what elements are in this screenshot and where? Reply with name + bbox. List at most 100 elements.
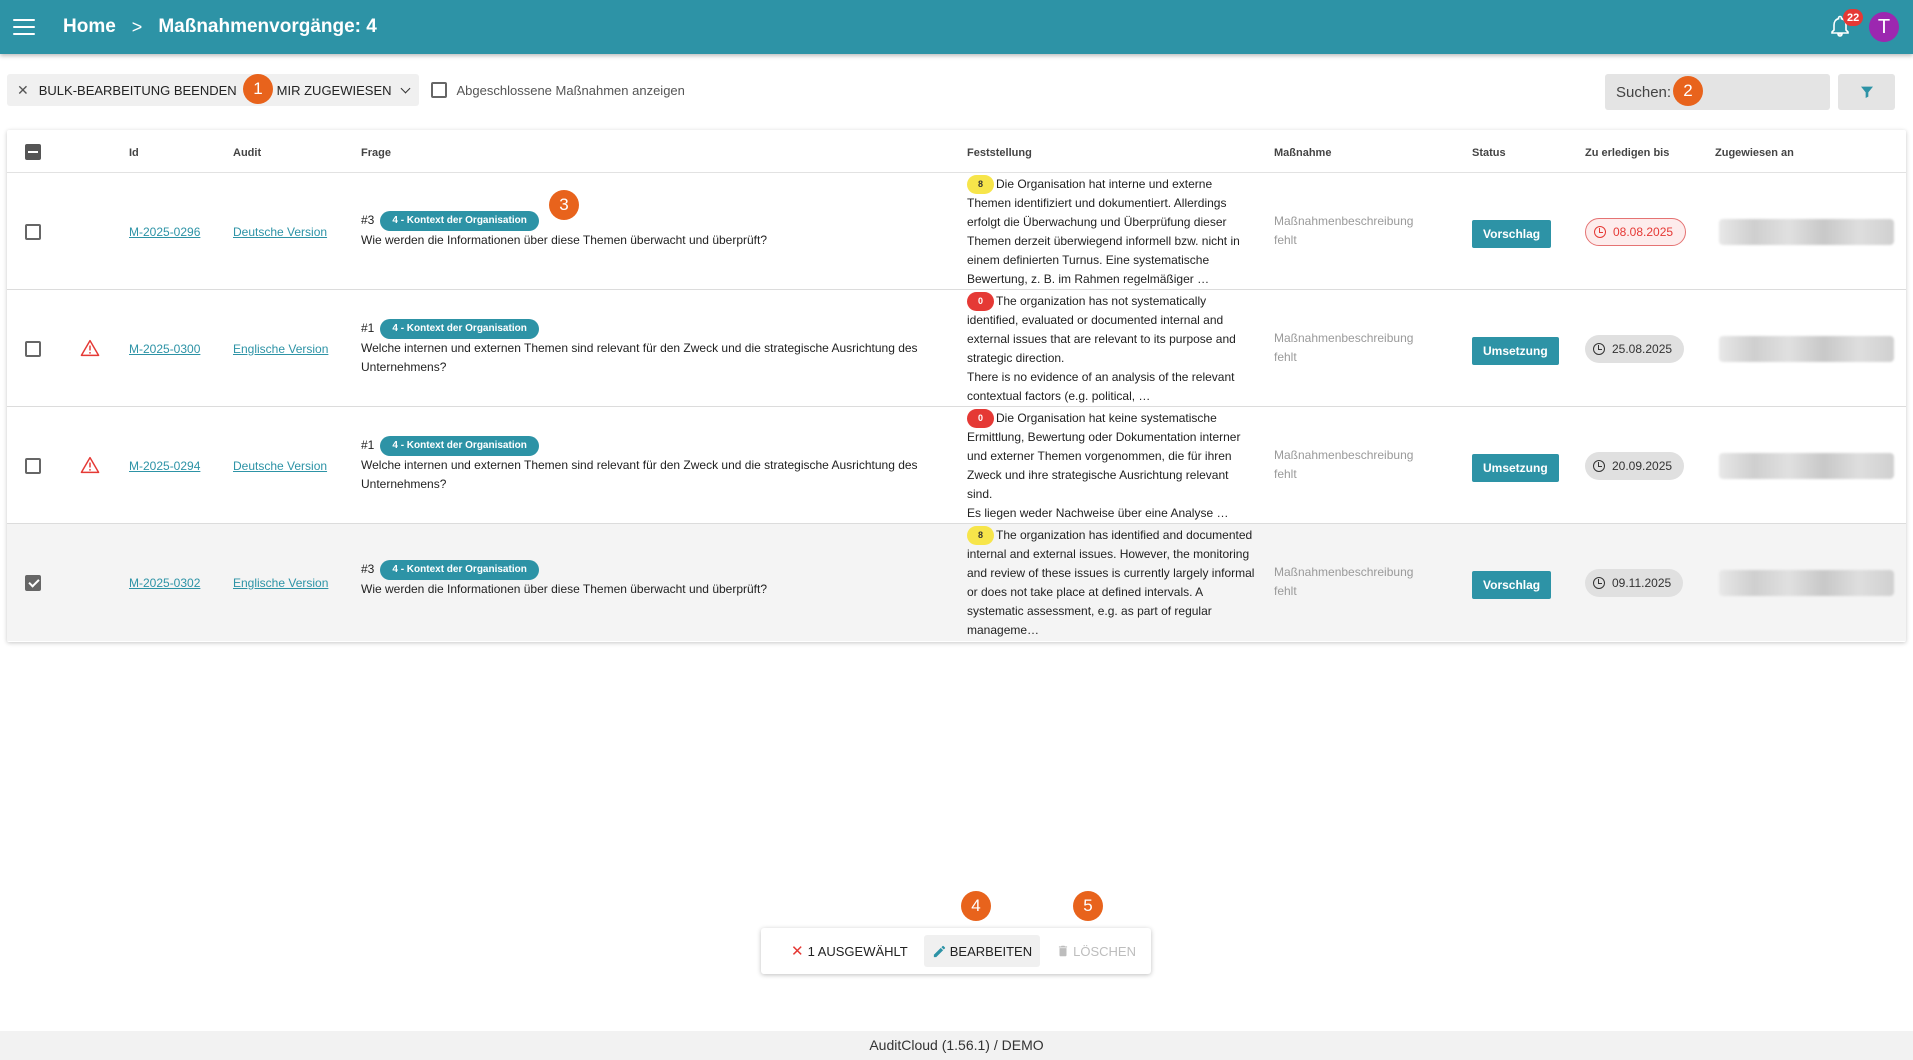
filter-icon <box>1860 86 1873 98</box>
row-checkbox[interactable] <box>25 341 41 357</box>
show-closed-checkbox-box[interactable] <box>430 82 447 98</box>
chapter-chip: 4 - Kontext der Organisation <box>380 436 539 456</box>
measure-description: Maßnahmenbeschreibung fehlt <box>1274 565 1414 598</box>
score-badge: 0 <box>967 409 994 428</box>
table-header: Id Audit Frage Feststellung Maßnahme Sta… <box>7 130 1906 173</box>
chevron-down-icon <box>400 83 410 93</box>
deselect-button[interactable]: ✕ 1 AUSGEWÄHLT <box>783 935 916 967</box>
finding-text: Die Organisation hat keine systematische… <box>967 411 1241 501</box>
finding-cell: 8 Die Organisation hat interne und extern… <box>967 175 1257 287</box>
search-field[interactable]: Suchen: <box>1605 74 1877 110</box>
question-number: #3 <box>361 213 375 228</box>
selected-count-label: 1 AUSGEWÄHLT <box>807 943 908 959</box>
status-badge: Umsetzung <box>1472 337 1559 365</box>
filter-button[interactable] <box>1838 74 1895 110</box>
breadcrumb-home[interactable]: Home <box>63 16 116 38</box>
end-bulk-edit-button[interactable]: ✕ BULK-BEARBEITUNG BEENDEN <box>7 74 243 106</box>
question-number: #1 <box>361 321 375 336</box>
column-header-id[interactable]: Id <box>129 147 139 159</box>
finding-text: The organization has identified and docu… <box>967 528 1255 637</box>
column-header-assigned[interactable]: Zugewiesen an <box>1715 147 1794 159</box>
audit-link[interactable]: Deutsche Version <box>233 459 327 473</box>
measures-table: Id Audit Frage Feststellung Maßnahme Sta… <box>7 130 1906 642</box>
status-badge: Umsetzung <box>1472 454 1559 482</box>
question-cell: #3 4 - Kontext der Organisation Wie werde… <box>361 211 936 250</box>
show-closed-label: Abgeschlossene Maßnahmen anzeigen <box>456 82 685 98</box>
due-date: 25.08.2025 <box>1612 342 1673 356</box>
score-badge: 8 <box>967 175 994 194</box>
bulk-action-bar: ✕ 1 AUSGEWÄHLT BEARBEITEN LÖSCHEN <box>761 928 1151 974</box>
clock-icon <box>1593 460 1605 472</box>
measure-id-link[interactable]: M-2025-0302 <box>129 576 200 590</box>
score-badge: 0 <box>967 292 994 311</box>
due-date-chip: 09.11.2025 <box>1585 569 1684 597</box>
show-closed-checkbox[interactable]: Abgeschlossene Maßnahmen anzeigen <box>430 82 685 98</box>
measure-description: Maßnahmenbeschreibung fehlt <box>1274 214 1414 247</box>
chapter-chip: 4 - Kontext der Organisation <box>380 211 539 231</box>
footer: AuditCloud (1.56.1) / DEMO <box>0 1031 1913 1060</box>
question-number: #1 <box>361 438 375 453</box>
finding-cell: 0 The organization has not systematically… <box>967 292 1257 404</box>
breadcrumb-separator: > <box>131 16 143 37</box>
edit-button[interactable]: BEARBEITEN <box>923 935 1041 967</box>
question-text: Welche internen und externen Themen sind… <box>361 458 918 491</box>
row-checkbox[interactable] <box>25 575 41 591</box>
trash-icon <box>1059 945 1068 957</box>
column-header-frage[interactable]: Frage <box>361 147 391 159</box>
search-label: Suchen: <box>1616 83 1672 101</box>
column-header-status[interactable]: Status <box>1472 147 1506 159</box>
measure-id-link[interactable]: M-2025-0300 <box>129 342 200 356</box>
measure-id-link[interactable]: M-2025-0294 <box>129 459 200 473</box>
status-badge: Vorschlag <box>1472 220 1552 248</box>
annotation-marker: 5 <box>1073 891 1103 921</box>
due-date-chip: 25.08.2025 <box>1585 335 1685 363</box>
row-checkbox[interactable] <box>25 224 41 240</box>
due-date: 08.08.2025 <box>1613 225 1674 239</box>
finding-text-continued: Es liegen weder Nachweise über eine Anal… <box>967 506 1229 520</box>
table-row[interactable]: M-2025-0296 Deutsche Version #3 4 - Konte… <box>7 173 1906 290</box>
assignee-blurred <box>1719 570 1894 596</box>
pencil-icon <box>933 945 945 957</box>
annotation-marker: 2 <box>1673 76 1703 106</box>
due-date-chip: 20.09.2025 <box>1585 452 1685 480</box>
column-header-feststellung[interactable]: Feststellung <box>967 147 1032 159</box>
close-icon: ✕ <box>17 81 29 98</box>
assignee-blurred <box>1719 336 1894 362</box>
question-text: Wie werden die Informationen über diese … <box>361 233 768 247</box>
due-date: 09.11.2025 <box>1612 576 1672 590</box>
question-cell: #1 4 - Kontext der Organisation Welche in… <box>361 319 936 377</box>
column-header-massnahme[interactable]: Maßnahme <box>1274 147 1331 159</box>
assignee-blurred <box>1719 453 1894 479</box>
table-row[interactable]: M-2025-0294 Deutsche Version #1 4 - Konte… <box>7 407 1906 524</box>
annotation-marker: 1 <box>243 74 273 104</box>
table-row[interactable]: M-2025-0302 Englische Version #3 4 - Kont… <box>7 524 1906 641</box>
end-bulk-edit-label: BULK-BEARBEITUNG BEENDEN <box>38 82 237 98</box>
assigned-to-me-label: MIR ZUGEWIESEN <box>276 82 392 98</box>
delete-button[interactable]: LÖSCHEN <box>1048 935 1144 967</box>
finding-cell: 0 Die Organisation hat keine systematisch… <box>967 409 1257 521</box>
page-title: Maßnahmenvorgänge: 4 <box>158 16 377 37</box>
finding-cell: 8 The organization has identified and doc… <box>967 526 1257 638</box>
clock-icon <box>1593 343 1605 355</box>
audit-link[interactable]: Deutsche Version <box>233 225 327 239</box>
finding-text-continued: There is no evidence of an analysis of t… <box>967 370 1235 403</box>
clock-icon <box>1593 577 1605 589</box>
question-text: Welche internen und externen Themen sind… <box>361 341 918 374</box>
measure-id-link[interactable]: M-2025-0296 <box>129 225 200 239</box>
delete-label: LÖSCHEN <box>1073 943 1136 959</box>
due-date: 20.09.2025 <box>1612 459 1673 473</box>
table-row[interactable]: M-2025-0300 Englische Version #1 4 - Kont… <box>7 290 1906 407</box>
column-header-audit[interactable]: Audit <box>233 147 261 159</box>
menu-icon[interactable] <box>13 19 35 35</box>
avatar[interactable]: T <box>1869 12 1899 42</box>
select-all-checkbox[interactable] <box>25 144 41 160</box>
score-badge: 8 <box>967 526 994 545</box>
measure-description: Maßnahmenbeschreibung fehlt <box>1274 448 1414 481</box>
audit-link[interactable]: Englische Version <box>233 342 328 356</box>
row-checkbox[interactable] <box>25 458 41 474</box>
question-number: #3 <box>361 562 375 577</box>
column-header-due[interactable]: Zu erledigen bis <box>1585 147 1669 159</box>
warning-icon <box>80 339 100 357</box>
audit-link[interactable]: Englische Version <box>233 576 328 590</box>
due-date-chip: 08.08.2025 <box>1585 218 1687 246</box>
